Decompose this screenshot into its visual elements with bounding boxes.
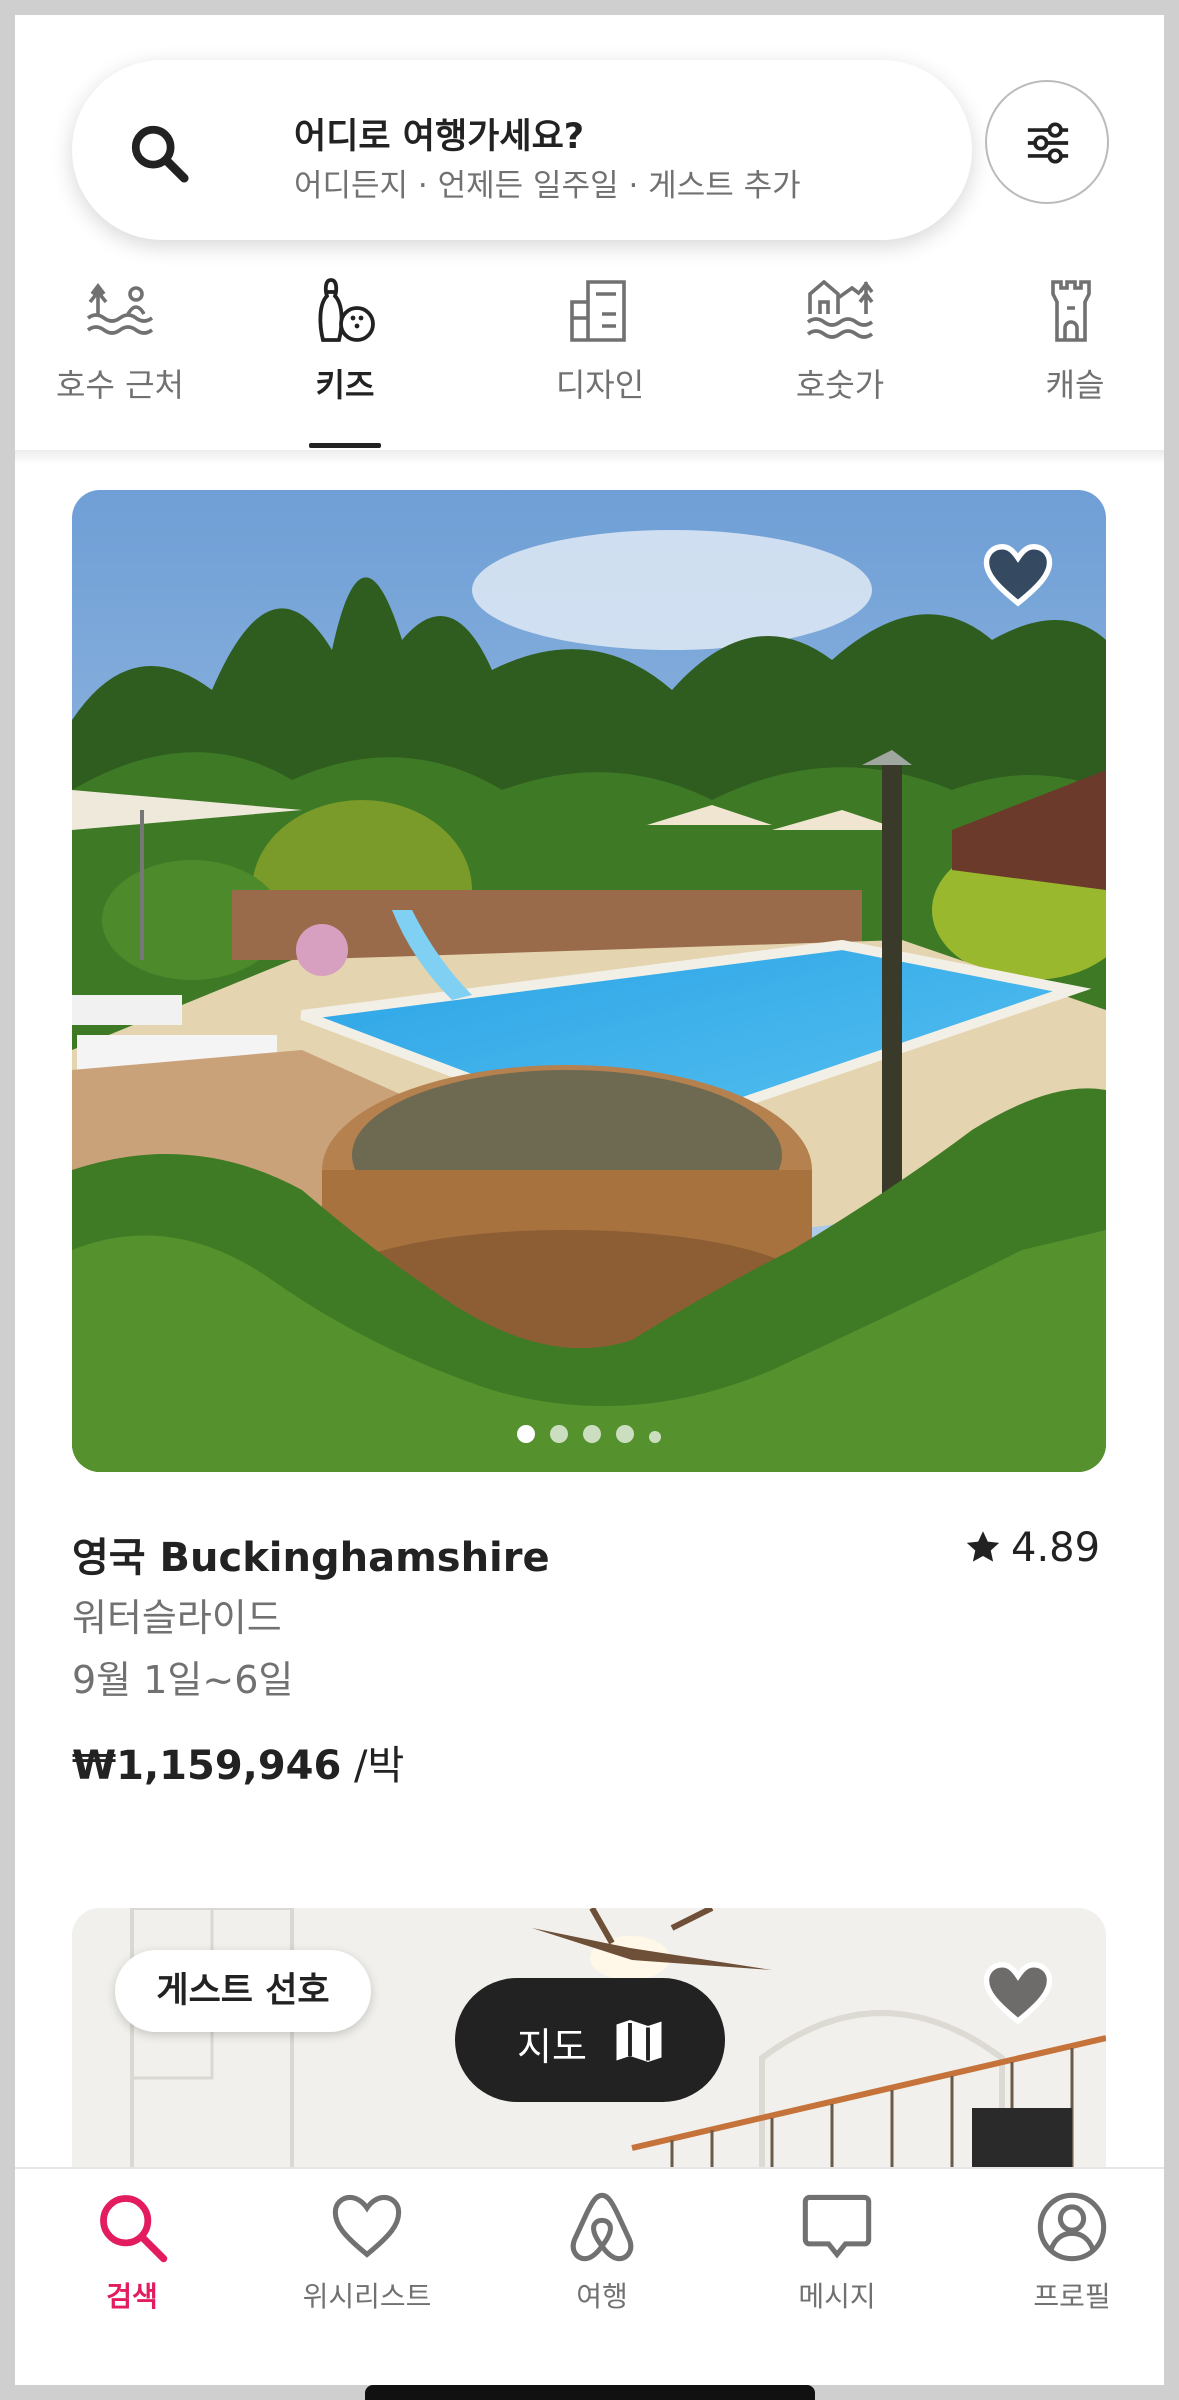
star-icon xyxy=(966,1531,1000,1562)
map-icon xyxy=(616,2020,662,2062)
category-lakefront[interactable]: 호숫가 xyxy=(745,260,935,450)
guest-favorite-badge: 게스트 선호 xyxy=(115,1950,371,2032)
wishlist-heart-icon[interactable] xyxy=(982,540,1054,612)
price-unit: /박 xyxy=(341,1743,405,1789)
filter-sliders-icon xyxy=(1027,122,1069,164)
category-selected-indicator xyxy=(309,443,381,448)
listing-title[interactable]: 영국 Buckinghamshire xyxy=(72,1525,550,1583)
category-castle[interactable]: 캐슬 xyxy=(980,260,1164,450)
tab-label: 검색 xyxy=(106,2280,158,2313)
category-design[interactable]: 디자인 xyxy=(505,260,695,450)
category-label: 캐슬 xyxy=(1045,366,1105,404)
airbnb-logo-icon xyxy=(570,2192,634,2262)
listing-description: 워터슬라이드 xyxy=(72,1596,282,1640)
search-icon xyxy=(131,125,189,183)
design-building-icon xyxy=(570,280,626,342)
category-divider xyxy=(15,450,1164,464)
profile-icon xyxy=(1037,2192,1107,2262)
tab-label: 프로필 xyxy=(1033,2280,1111,2313)
bottom-tab-bar: 검색 위시리스트 여행 메시지 프로필 xyxy=(15,2167,1164,2385)
search-subtitle: 어디든지 · 언제든 일주일 · 게스트 추가 xyxy=(294,168,801,204)
search-icon xyxy=(100,2195,168,2263)
photo-pagination xyxy=(517,1425,676,1447)
category-label: 호수 근처 xyxy=(56,366,184,404)
tab-trips[interactable]: 여행 xyxy=(502,2189,702,2315)
lakefront-icon xyxy=(806,279,874,339)
message-icon xyxy=(802,2194,872,2259)
category-bar: 호수 근처 키즈 디자인 호숫가 캐슬 xyxy=(15,260,1164,450)
category-label: 호숫가 xyxy=(795,366,885,404)
map-button[interactable]: 지도 xyxy=(455,1978,725,2102)
wishlist-heart-icon[interactable] xyxy=(982,1958,1054,2030)
tab-profile[interactable]: 프로필 xyxy=(972,2189,1164,2315)
listing-dates: 9월 1일~6일 xyxy=(72,1658,294,1702)
pagination-dot xyxy=(616,1425,634,1443)
tab-messages[interactable]: 메시지 xyxy=(737,2189,937,2315)
category-label: 디자인 xyxy=(555,366,645,404)
tab-label: 위시리스트 xyxy=(302,2280,432,2313)
tab-wishlist[interactable]: 위시리스트 xyxy=(267,2189,467,2315)
category-kids[interactable]: 키즈 xyxy=(250,260,440,450)
heart-icon xyxy=(332,2194,402,2258)
pool-photo xyxy=(72,490,1106,1472)
listing-price: ₩1,159,946 /박 xyxy=(72,1733,404,1791)
tab-label: 여행 xyxy=(576,2280,628,2313)
category-label: 키즈 xyxy=(315,366,375,404)
home-indicator xyxy=(365,2385,815,2400)
category-lake[interactable]: 호수 근처 xyxy=(25,260,215,450)
search-title: 어디로 여행가세요? xyxy=(294,117,585,157)
castle-icon xyxy=(1051,280,1091,342)
search-bar[interactable]: 어디로 여행가세요? 어디든지 · 언제든 일주일 · 게스트 추가 xyxy=(72,60,972,240)
lake-icon xyxy=(86,283,154,335)
pagination-dot xyxy=(517,1425,535,1443)
pagination-dot xyxy=(550,1425,568,1443)
tab-search[interactable]: 검색 xyxy=(32,2189,232,2315)
listing-rating: 4.89 xyxy=(965,1525,1100,1571)
tab-label: 메시지 xyxy=(798,2280,876,2313)
bowling-icon xyxy=(318,278,375,342)
map-button-label: 지도 xyxy=(517,2025,587,2069)
filter-button[interactable] xyxy=(985,80,1109,204)
app-screen: 어디로 여행가세요? 어디든지 · 언제든 일주일 · 게스트 추가 호수 근처 xyxy=(15,15,1164,2385)
pagination-dot xyxy=(649,1431,661,1443)
rating-value: 4.89 xyxy=(1011,1525,1101,1571)
price-amount: ₩1,159,946 xyxy=(72,1743,342,1789)
listing-photo[interactable] xyxy=(72,490,1106,1472)
pagination-dot xyxy=(583,1425,601,1443)
